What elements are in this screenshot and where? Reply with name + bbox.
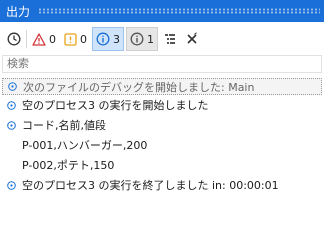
search-input[interactable] [2,55,322,73]
trace-filter-button[interactable]: 1 [126,27,158,51]
warnings-filter-button[interactable]: 0 [61,28,90,50]
errors-filter-button[interactable]: 0 [29,28,59,50]
drag-grip[interactable] [38,8,320,14]
log-entry-text: 空のプロセス3 の実行を開始しました [22,99,209,112]
log-entry-continuation[interactable]: P-002,ポテト,150 [0,155,324,175]
clock-button[interactable] [4,28,24,50]
warning-count: 0 [80,32,87,46]
trace-count: 1 [147,32,154,46]
log-entry[interactable]: 空のプロセス3 の実行を開始しました [0,95,324,115]
clear-all-button[interactable] [182,28,202,50]
log-entry-text: 次のファイルのデバッグを開始しました: Main [23,80,255,94]
info-icon [7,120,16,130]
warning-icon [64,32,77,46]
output-log: 次のファイルのデバッグを開始しました: Main 空のプロセス3 の実行を開始し… [0,78,324,195]
debug-info-icon [8,82,17,91]
toolbar-separator [26,30,27,48]
error-icon [32,32,46,46]
output-toolbar: 0 0 3 1 [0,24,324,54]
log-entry-text: 空のプロセス3 の実行を終了しました in: 00:00:01 [22,179,279,192]
clear-icon [185,32,199,46]
log-entry-continuation[interactable]: P-001,ハンバーガー,200 [0,135,324,155]
collapse-all-button[interactable] [160,28,180,50]
panel-title: 出力 [6,4,31,19]
log-entry-text: P-002,ポテト,150 [22,159,115,172]
log-entry[interactable]: コード,名前,値段 [0,115,324,135]
info-filter-button[interactable]: 3 [92,27,124,51]
info-icon [7,180,16,190]
log-entry-debug-start[interactable]: 次のファイルのデバッグを開始しました: Main [2,78,322,95]
info-icon [7,100,16,110]
error-count: 0 [49,32,56,46]
log-entry[interactable]: 空のプロセス3 の実行を終了しました in: 00:00:01 [0,175,324,195]
log-entry-text: コード,名前,値段 [22,119,106,132]
collapse-all-icon [163,32,177,46]
info-icon [96,32,110,46]
trace-icon [130,32,144,46]
panel-title-bar[interactable]: 出力 [0,0,324,22]
clock-icon [7,32,21,46]
info-count: 3 [113,32,120,46]
log-entry-text: P-001,ハンバーガー,200 [22,139,148,152]
